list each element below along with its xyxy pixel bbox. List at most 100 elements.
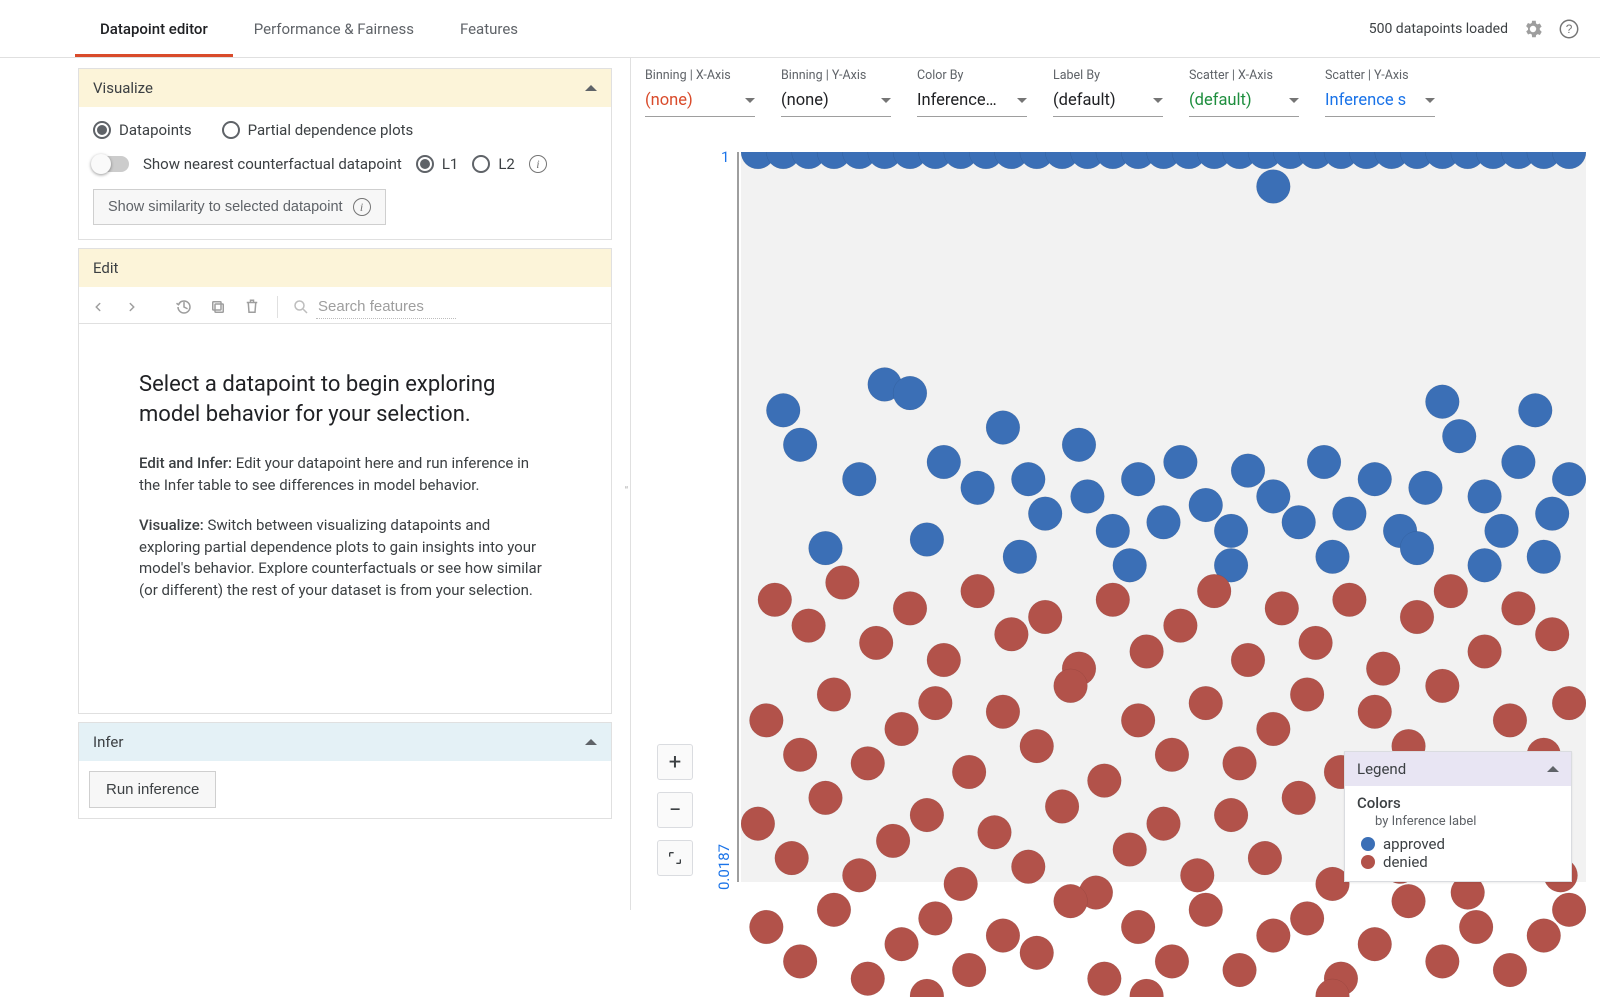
- datapoint[interactable]: [1468, 480, 1502, 514]
- datapoint[interactable]: [1493, 953, 1527, 987]
- datapoint[interactable]: [1290, 678, 1324, 712]
- delete-icon[interactable]: [241, 296, 263, 318]
- datapoint[interactable]: [783, 945, 817, 979]
- datapoint[interactable]: [1552, 152, 1586, 169]
- datapoint[interactable]: [986, 411, 1020, 445]
- datapoint[interactable]: [1223, 746, 1257, 780]
- datapoint[interactable]: [783, 738, 817, 772]
- datapoint[interactable]: [1180, 858, 1214, 892]
- zoom-out-button[interactable]: −: [657, 792, 693, 828]
- datapoint[interactable]: [1459, 910, 1493, 944]
- datapoint[interactable]: [1400, 600, 1434, 634]
- datapoint[interactable]: [1113, 833, 1147, 867]
- datapoint[interactable]: [1028, 497, 1062, 531]
- search-input[interactable]: [316, 295, 456, 319]
- sc-select[interactable]: (default): [1189, 87, 1299, 117]
- radio-l1[interactable]: L1: [416, 155, 459, 173]
- datapoint[interactable]: [1256, 919, 1290, 953]
- datapoint[interactable]: [1256, 170, 1290, 204]
- datapoint[interactable]: [851, 962, 885, 996]
- datapoint[interactable]: [1164, 609, 1198, 643]
- radio-pdp[interactable]: Partial dependence plots: [222, 121, 414, 139]
- datapoint[interactable]: [910, 979, 944, 997]
- pane-splitter[interactable]: [622, 58, 630, 910]
- datapoint[interactable]: [918, 902, 952, 936]
- datapoint[interactable]: [1468, 635, 1502, 669]
- tab-datapoint-editor[interactable]: Datapoint editor: [100, 0, 208, 57]
- datapoint[interactable]: [1527, 919, 1561, 953]
- datapoint[interactable]: [749, 703, 783, 737]
- next-icon[interactable]: [121, 296, 143, 318]
- datapoint[interactable]: [809, 531, 843, 565]
- datapoint[interactable]: [1290, 902, 1324, 936]
- prev-icon[interactable]: [87, 296, 109, 318]
- datapoint[interactable]: [826, 566, 860, 600]
- datapoint[interactable]: [1011, 850, 1045, 884]
- datapoint[interactable]: [910, 523, 944, 557]
- datapoint[interactable]: [1493, 703, 1527, 737]
- datapoint[interactable]: [1113, 548, 1147, 582]
- datapoint[interactable]: [1333, 497, 1367, 531]
- datapoint[interactable]: [809, 781, 843, 815]
- datapoint[interactable]: [1358, 462, 1392, 496]
- datapoint[interactable]: [1307, 445, 1341, 479]
- datapoint[interactable]: [1003, 540, 1037, 574]
- datapoint[interactable]: [1011, 462, 1045, 496]
- datapoint[interactable]: [1392, 884, 1426, 918]
- datapoint[interactable]: [792, 609, 826, 643]
- datapoint[interactable]: [1527, 540, 1561, 574]
- tab-features[interactable]: Features: [460, 0, 518, 57]
- info-icon[interactable]: i: [529, 155, 547, 173]
- datapoint[interactable]: [1020, 729, 1054, 763]
- datapoint[interactable]: [842, 858, 876, 892]
- datapoint[interactable]: [1425, 669, 1459, 703]
- datapoint[interactable]: [978, 815, 1012, 849]
- datapoint[interactable]: [741, 807, 775, 841]
- datapoint[interactable]: [1062, 428, 1096, 462]
- datapoint[interactable]: [1121, 462, 1155, 496]
- datapoint[interactable]: [1409, 471, 1443, 505]
- similarity-button[interactable]: Show similarity to selected datapoint i: [93, 189, 386, 225]
- datapoint[interactable]: [893, 376, 927, 410]
- datapoint[interactable]: [1121, 910, 1155, 944]
- datapoint[interactable]: [1400, 531, 1434, 565]
- datapoint[interactable]: [1442, 419, 1476, 453]
- datapoint[interactable]: [1189, 686, 1223, 720]
- datapoint[interactable]: [1552, 462, 1586, 496]
- show-cf-toggle[interactable]: [93, 156, 129, 172]
- datapoint[interactable]: [1189, 488, 1223, 522]
- zoom-reset-button[interactable]: [657, 840, 693, 876]
- datapoint[interactable]: [1197, 574, 1231, 608]
- datapoint[interactable]: [1518, 393, 1552, 427]
- datapoint[interactable]: [918, 686, 952, 720]
- help-icon[interactable]: ?: [1558, 18, 1580, 40]
- datapoint[interactable]: [1087, 764, 1121, 798]
- datapoint[interactable]: [1265, 591, 1299, 625]
- sc-select[interactable]: Inference s: [1325, 87, 1435, 117]
- tab-performance-fairness[interactable]: Performance & Fairness: [254, 0, 414, 57]
- datapoint[interactable]: [1020, 936, 1054, 970]
- datapoint[interactable]: [1282, 781, 1316, 815]
- datapoint[interactable]: [766, 393, 800, 427]
- datapoint[interactable]: [1045, 790, 1079, 824]
- datapoint[interactable]: [1130, 635, 1164, 669]
- sc-select[interactable]: (none): [645, 87, 755, 117]
- datapoint[interactable]: [1147, 505, 1181, 539]
- datapoint[interactable]: [893, 591, 927, 625]
- datapoint[interactable]: [1096, 514, 1130, 548]
- datapoint[interactable]: [1316, 540, 1350, 574]
- datapoint[interactable]: [1130, 979, 1164, 997]
- datapoint[interactable]: [1552, 686, 1586, 720]
- datapoint[interactable]: [1535, 617, 1569, 651]
- datapoint[interactable]: [986, 695, 1020, 729]
- radio-datapoints[interactable]: Datapoints: [93, 121, 192, 139]
- datapoint[interactable]: [910, 798, 944, 832]
- datapoint[interactable]: [986, 919, 1020, 953]
- search-features[interactable]: [292, 295, 456, 319]
- datapoint[interactable]: [952, 953, 986, 987]
- visualize-panel-header[interactable]: Visualize: [79, 69, 611, 107]
- radio-l2[interactable]: L2: [472, 155, 515, 173]
- datapoint[interactable]: [851, 746, 885, 780]
- datapoint[interactable]: [961, 471, 995, 505]
- datapoint[interactable]: [1214, 798, 1248, 832]
